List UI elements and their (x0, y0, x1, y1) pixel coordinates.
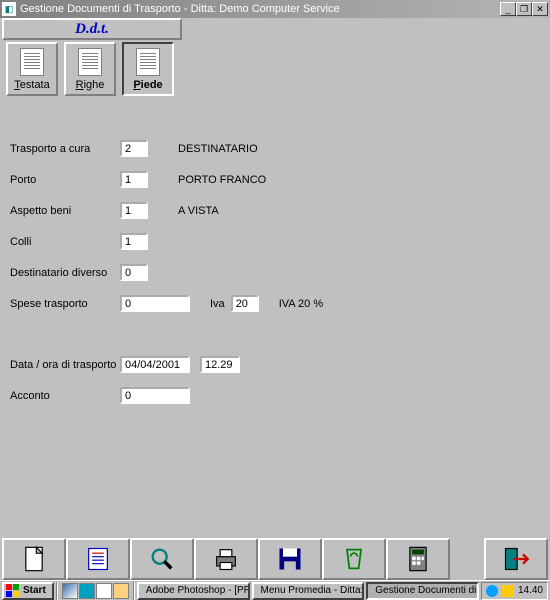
label-trasporto: Trasporto a cura (10, 143, 120, 155)
tab-label: Testata (14, 79, 49, 91)
floppy-icon (276, 545, 304, 573)
input-ora[interactable] (200, 356, 240, 373)
magnifier-icon (148, 545, 176, 573)
input-destdiv[interactable] (120, 264, 148, 281)
start-button[interactable]: Start (2, 582, 54, 600)
desc-porto: PORTO FRANCO (178, 174, 266, 186)
desc-iva: IVA 20 % (279, 298, 323, 310)
input-aspetto[interactable] (120, 202, 148, 219)
taskbar-item-gestione[interactable]: Gestione Documenti di Tra... (366, 582, 479, 600)
label-colli: Colli (10, 236, 120, 248)
tab-label: Piede (133, 79, 162, 91)
taskbar-separator (56, 582, 58, 600)
document-icon (20, 545, 48, 573)
app-icon: ◧ (2, 2, 16, 16)
maximize-button[interactable]: ❐ (516, 2, 532, 16)
taskbar: Start Adobe Photoshop - [PRIM... Menu Pr… (0, 580, 550, 600)
input-spese[interactable] (120, 295, 190, 312)
tab-piede[interactable]: Piede (122, 42, 174, 96)
clock: 14.40 (518, 585, 543, 596)
label-acconto: Acconto (10, 390, 120, 402)
testata-icon (20, 48, 44, 76)
label-spese: Spese trasporto (10, 298, 120, 310)
input-data[interactable] (120, 356, 190, 373)
label-destdiv: Destinatario diverso (10, 267, 120, 279)
calculator-icon (404, 545, 432, 573)
input-trasporto[interactable] (120, 140, 148, 157)
form-piede: Trasporto a cura DESTINATARIO Porto PORT… (0, 100, 550, 538)
windows-logo-icon (6, 584, 20, 598)
taskbar-item-label: Menu Promedia - Ditta: De... (261, 585, 365, 596)
app-header: D.d.t. (2, 18, 182, 40)
app-header-title: D.d.t. (75, 21, 109, 38)
window-title: Gestione Documenti di Trasporto - Ditta:… (20, 3, 500, 15)
toolbar-calculator[interactable] (386, 538, 450, 580)
quick-launch (60, 583, 131, 599)
quicklaunch-item[interactable] (96, 583, 112, 599)
bottom-toolbar (2, 538, 548, 580)
desc-trasporto: DESTINATARIO (178, 143, 258, 155)
toolbar-spacer (450, 538, 484, 580)
printer-icon (212, 545, 240, 573)
toolbar-list[interactable] (66, 538, 130, 580)
input-iva[interactable] (231, 295, 259, 312)
tab-strip: Testata Righe Piede (0, 40, 550, 96)
taskbar-item-label: Gestione Documenti di Tra... (375, 585, 479, 596)
titlebar: ◧ Gestione Documenti di Trasporto - Ditt… (0, 0, 550, 18)
close-button[interactable]: ✕ (532, 2, 548, 16)
label-porto: Porto (10, 174, 120, 186)
toolbar-search[interactable] (130, 538, 194, 580)
taskbar-item-label: Adobe Photoshop - [PRIM... (146, 585, 250, 596)
quicklaunch-item[interactable] (113, 583, 129, 599)
label-dataora: Data / ora di trasporto (10, 359, 120, 371)
taskbar-item-photoshop[interactable]: Adobe Photoshop - [PRIM... (137, 582, 250, 600)
righe-icon (78, 48, 102, 76)
recycle-icon (340, 545, 368, 573)
quicklaunch-item[interactable] (79, 583, 95, 599)
window-control-group: _ ❐ ✕ (500, 2, 548, 16)
exit-icon (502, 545, 530, 573)
input-acconto[interactable] (120, 387, 190, 404)
quicklaunch-item[interactable] (62, 583, 78, 599)
system-tray: 14.40 (481, 582, 548, 600)
toolbar-save[interactable] (258, 538, 322, 580)
volume-icon[interactable] (502, 585, 514, 597)
list-icon (84, 545, 112, 573)
tab-testata[interactable]: Testata (6, 42, 58, 96)
label-aspetto: Aspetto beni (10, 205, 120, 217)
minimize-button[interactable]: _ (500, 2, 516, 16)
taskbar-separator (133, 582, 135, 600)
start-label: Start (23, 585, 46, 596)
tab-righe[interactable]: Righe (64, 42, 116, 96)
desc-aspetto: A VISTA (178, 205, 219, 217)
piede-icon (136, 48, 160, 76)
input-colli[interactable] (120, 233, 148, 250)
tab-label: Righe (76, 79, 105, 91)
label-iva: Iva (210, 298, 225, 310)
toolbar-recycle[interactable] (322, 538, 386, 580)
tray-icon[interactable] (486, 585, 498, 597)
toolbar-new[interactable] (2, 538, 66, 580)
toolbar-exit[interactable] (484, 538, 548, 580)
input-porto[interactable] (120, 171, 148, 188)
toolbar-print[interactable] (194, 538, 258, 580)
taskbar-item-promedia[interactable]: Menu Promedia - Ditta: De... (252, 582, 365, 600)
